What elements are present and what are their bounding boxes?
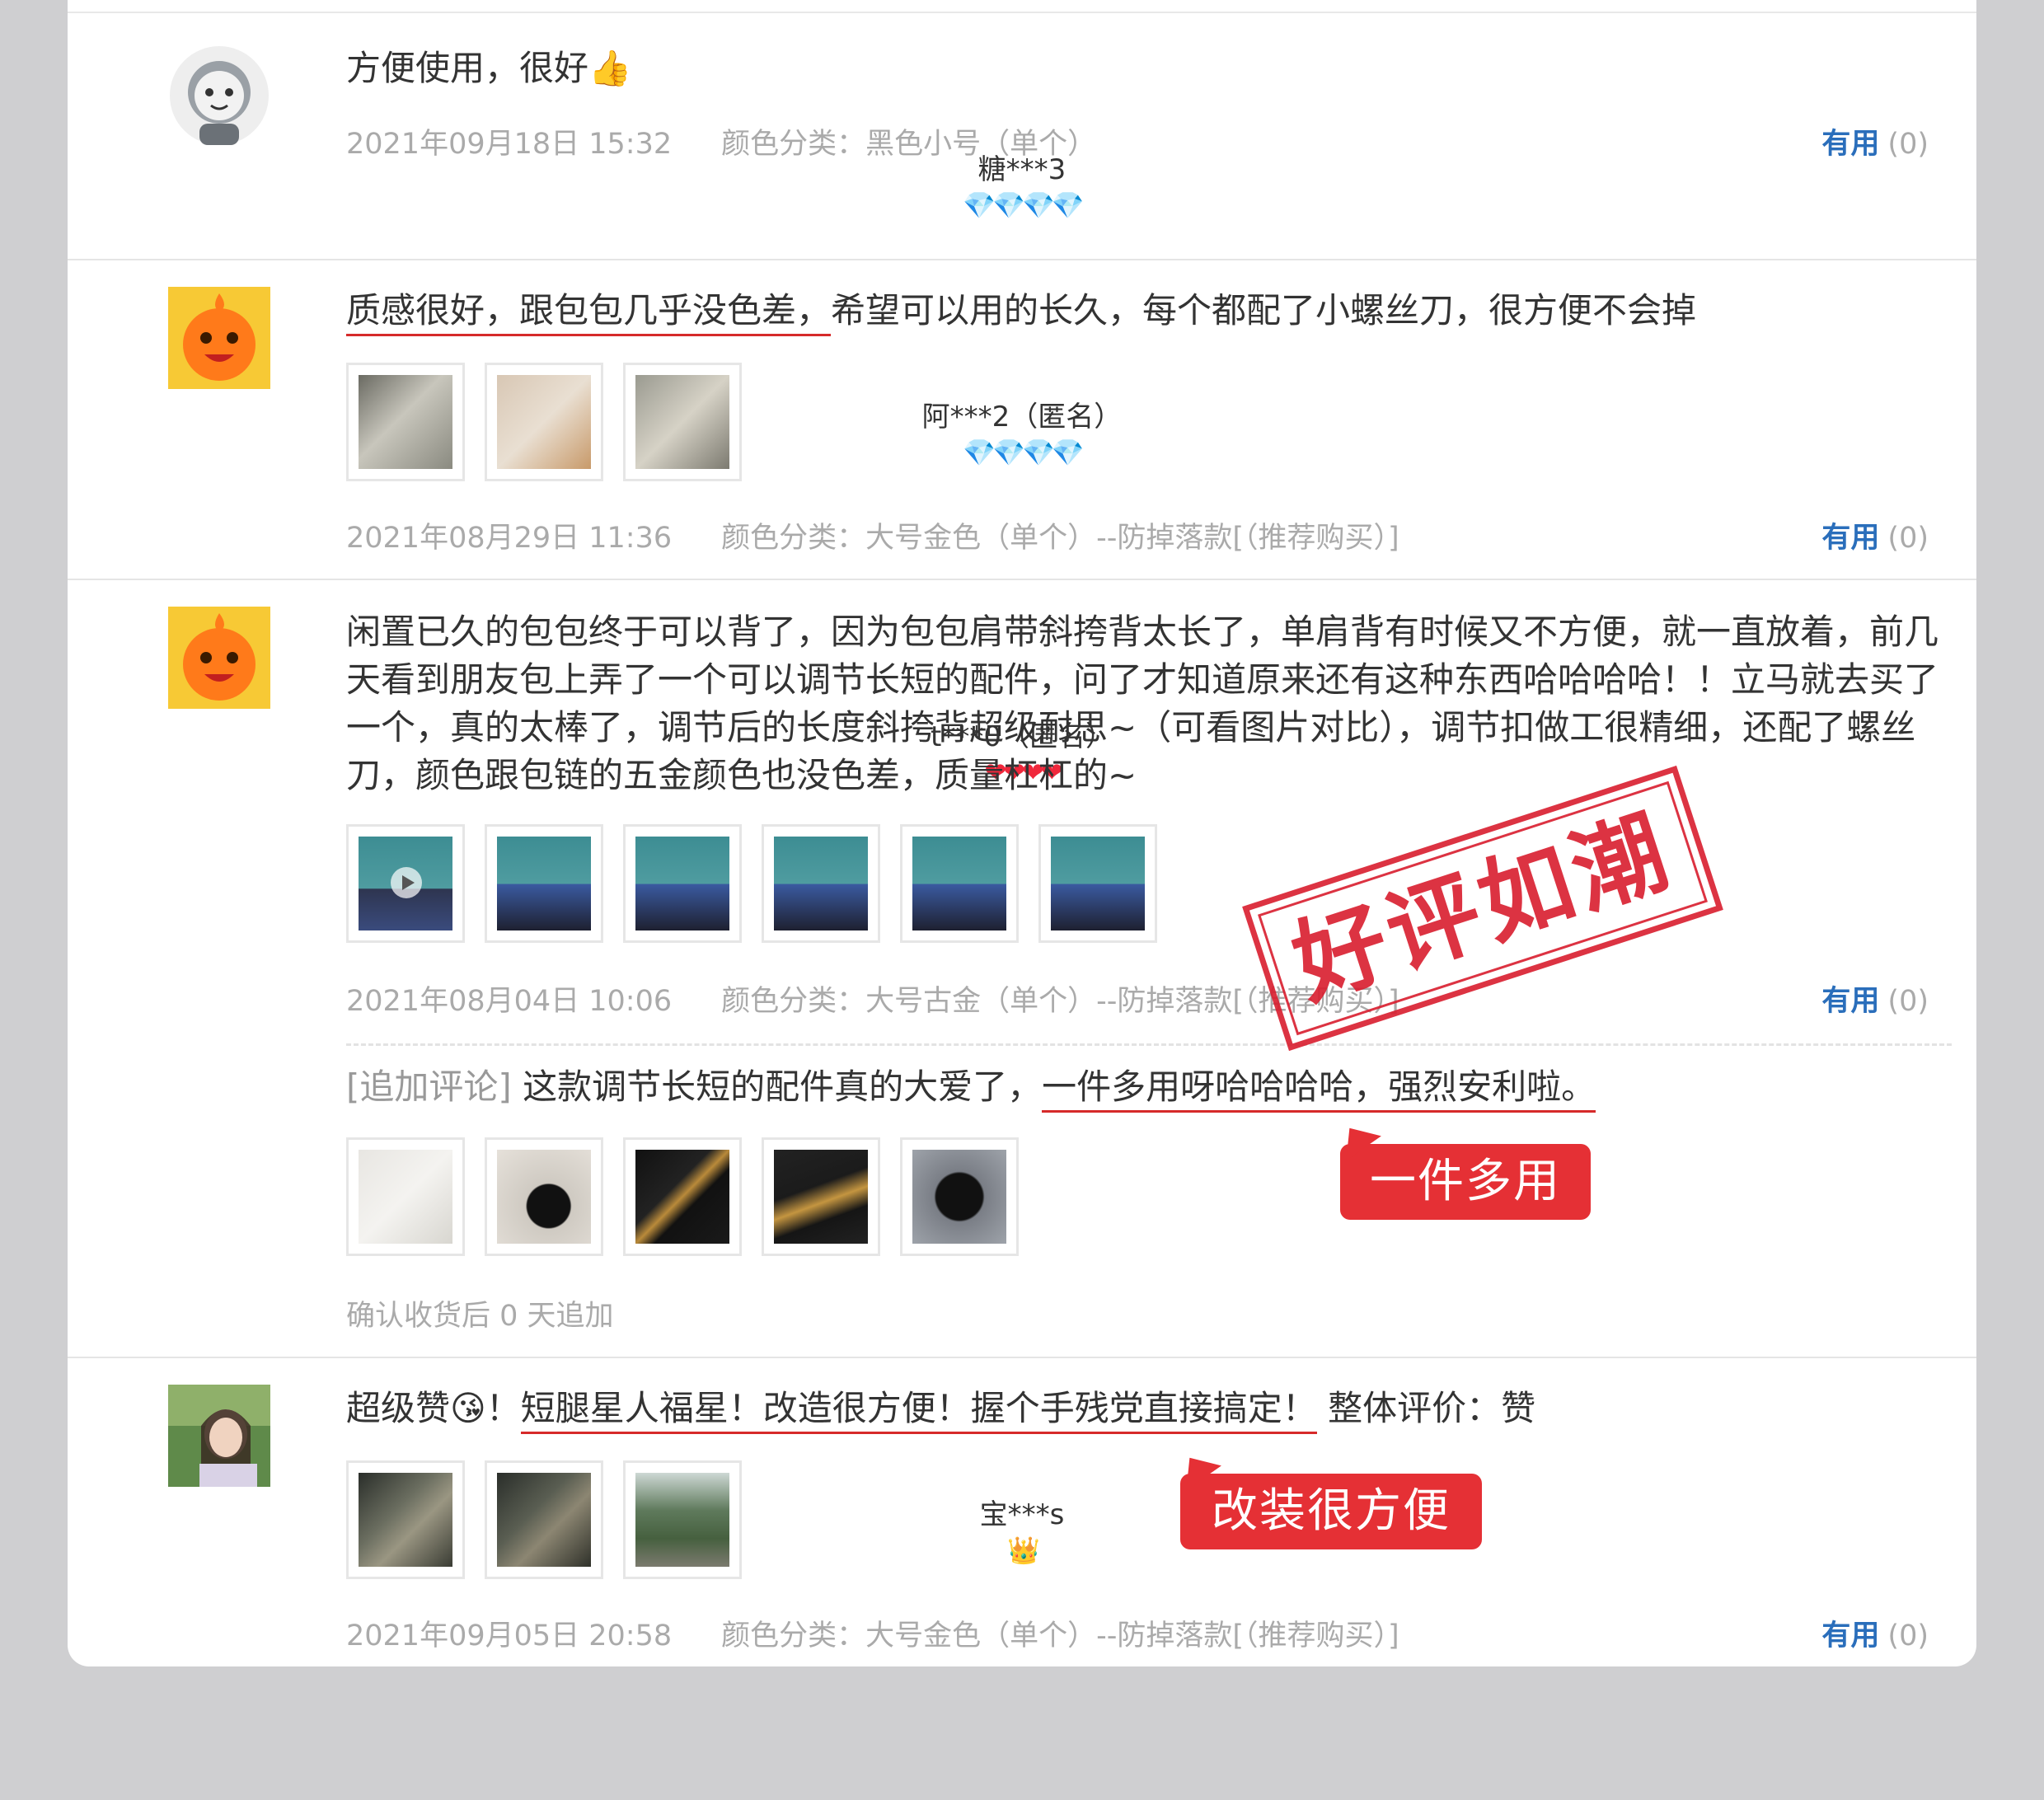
review-photo[interactable] [485,1137,603,1256]
review-sku: 颜色分类：大号金色（单个）--防掉落款[（推荐购买）] [721,1620,1399,1652]
useful-count: (0) [1887,522,1929,555]
review-photo[interactable] [900,824,1019,943]
review-text-highlight: 短腿星人福星！改造很方便！握个手残党直接搞定！ [520,1388,1317,1434]
review-date: 2021年09月18日 15:32 [346,128,673,161]
useful-count: (0) [1887,128,1929,161]
review-photo[interactable] [346,363,465,481]
review-text: 闲置已久的包包终于可以背了，因为包包肩带斜挎背太长了，单肩背有时候又不方便，就一… [346,612,1939,795]
review-text-rest: 希望可以用的长久，每个都配了小螺丝刀，很方便不会掉 [831,290,1697,330]
review-text: 质感很好，跟包包几乎没色差，希望可以用的长久，每个都配了小螺丝刀，很方便不会掉 [346,287,1952,336]
review-sku: 颜色分类：大号金色（单个）--防掉落款[（推荐购买）] [721,522,1399,555]
review-meta: 2021年09月05日 20:58 颜色分类：大号金色（单个）--防掉落款[（推荐… [346,1612,1399,1654]
useful-button[interactable]: 有用 (0) [1821,514,1929,556]
review-photo[interactable] [623,363,742,481]
useful-label: 有用 [1821,1620,1880,1652]
review-photo[interactable] [485,363,603,481]
review-photo[interactable] [762,1137,880,1256]
review-meta: 2021年09月18日 15:32 颜色分类：黑色小号（单个） [346,120,1096,162]
callout-multi-use: 一件多用 [1332,1115,1591,1220]
review-date: 2021年09月05日 20:58 [346,1620,673,1652]
play-icon [391,867,422,898]
avatar[interactable] [168,45,270,147]
review-photo[interactable] [762,824,880,943]
review-meta: 2021年08月04日 10:06 颜色分类：大号古金（单个）--防掉落款[（推荐… [346,977,1399,1020]
review-item: 阿***2（匿名） 💎💎💎💎 质感很好，跟包包几乎没色差，希望可以用的长久，每个… [68,260,1976,580]
useful-count: (0) [1887,1620,1929,1652]
avatar[interactable] [168,1385,270,1487]
review-photo[interactable] [900,1137,1019,1256]
review-photo[interactable] [623,824,742,943]
append-text: 这款调节长短的配件真的大爱了， [523,1066,1043,1107]
review-item: 糖***3 💎💎💎💎 方便使用，很好👍 2021年09月18日 15:32 颜色分… [68,13,1976,260]
review-photo[interactable] [623,1460,742,1579]
review-photo[interactable] [485,824,603,943]
useful-label: 有用 [1821,522,1880,555]
review-photo[interactable] [1038,824,1157,943]
user-level-diamonds: 💎💎💎💎 [963,190,1084,221]
review-date: 2021年08月29日 11:36 [346,522,673,555]
useful-button[interactable]: 有用 (0) [1821,977,1929,1020]
useful-label: 有用 [1821,985,1880,1018]
review-item: 宝***s 👑 超级赞😘！短腿星人福星！改造很方便！握个手残党直接搞定！ 整体评… [68,1358,1976,1666]
avatar[interactable] [168,607,270,709]
review-text: 超级赞😘！短腿星人福星！改造很方便！握个手残党直接搞定！ 整体评价：赞 [346,1385,1952,1434]
avatar[interactable] [168,287,270,389]
review-meta: 2021年08月29日 11:36 颜色分类：大号金色（单个）--防掉落款[（推荐… [346,514,1399,556]
review-text-pre: 超级赞😘！ [346,1388,521,1428]
append-text-highlight: 一件多用呀哈哈哈哈，强烈安利啦。 [1042,1066,1596,1113]
append-review: [追加评论] 这款调节长短的配件真的大爱了，一件多用呀哈哈哈哈，强烈安利啦。 [346,1063,1952,1113]
useful-button[interactable]: 有用 (0) [1821,120,1929,162]
review-date: 2021年08月04日 10:06 [346,985,673,1018]
useful-button[interactable]: 有用 (0) [1821,1612,1929,1654]
callout-label: 一件多用 [1370,1155,1561,1208]
callout-easy-mod: 改装很方便 [1172,1445,1482,1549]
review-text: 方便使用，很好👍 [346,48,632,88]
divider [346,1043,1952,1046]
review-item: t***0（匿名） ❤❤❤❤ 闲置已久的包包终于可以背了，因为包包肩带斜挎背太长… [68,580,1976,1358]
callout-label: 改装很方便 [1212,1484,1451,1538]
review-photo[interactable] [623,1137,742,1256]
useful-label: 有用 [1821,128,1880,161]
review-photo[interactable] [346,1137,465,1256]
review-photo[interactable] [346,1460,465,1579]
review-list: 糖***3 💎💎💎💎 方便使用，很好👍 2021年09月18日 15:32 颜色分… [68,0,1976,1666]
append-label: [追加评论] [346,1066,512,1107]
review-text-highlight: 质感很好，跟包包几乎没色差， [346,290,832,336]
useful-count: (0) [1887,985,1929,1018]
review-sku: 颜色分类：黑色小号（单个） [721,128,1097,161]
review-text-post: 整体评价：赞 [1316,1388,1536,1428]
review-video[interactable] [346,824,465,943]
review-photo[interactable] [485,1460,603,1579]
append-note: 确认收货后 0 天追加 [346,1300,614,1333]
